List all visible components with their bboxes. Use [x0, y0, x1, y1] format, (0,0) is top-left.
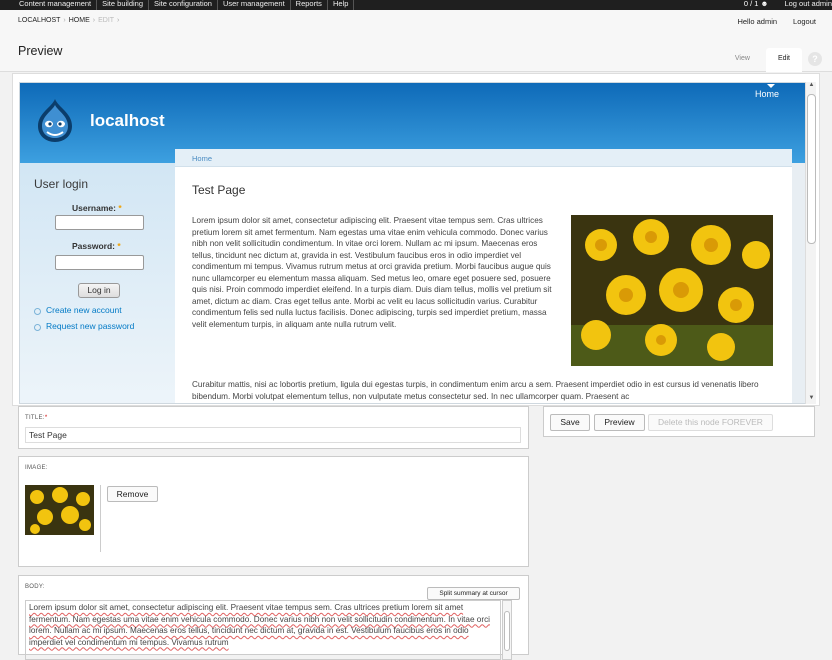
body-scrollbar-thumb[interactable]: [504, 611, 510, 651]
delete-button[interactable]: Delete this node FOREVER: [648, 414, 773, 431]
body-field: BODY: Split summary at cursor Lorem ipsu…: [18, 575, 529, 660]
body-textarea-text: Lorem ipsum dolor sit amet, consectetur …: [29, 603, 490, 647]
menu-help[interactable]: Help: [328, 0, 355, 10]
login-block-title: User login: [34, 177, 89, 191]
body-label: BODY:: [25, 584, 45, 590]
login-button[interactable]: Log in: [78, 283, 120, 298]
content-breadcrumb-home[interactable]: Home: [192, 154, 212, 163]
breadcrumb-separator: ›: [92, 17, 96, 24]
title-input[interactable]: Test Page: [25, 427, 521, 443]
password-label: Password: *: [72, 241, 121, 251]
admin-toolbar: Content management Site building Site co…: [0, 0, 832, 10]
preview-scrollbar[interactable]: ▲ ▼: [805, 82, 816, 404]
required-mark: *: [44, 415, 48, 421]
password-input[interactable]: [55, 255, 144, 270]
scrollbar-thumb[interactable]: [807, 94, 816, 244]
title-label-text: TITLE:: [25, 415, 45, 421]
menu-site-building[interactable]: Site building: [97, 0, 150, 10]
image-field: IMAGE: Remove: [18, 456, 529, 567]
user-links: Hello admin Logout: [737, 17, 816, 26]
breadcrumb-separator: ›: [117, 17, 120, 24]
breadcrumb: LOCALHOST › HOME › EDIT ›: [18, 17, 119, 24]
scroll-down-icon[interactable]: ▼: [806, 395, 817, 404]
content-breadcrumb: Home: [175, 149, 792, 167]
body-textarea[interactable]: Lorem ipsum dolor sit amet, consectetur …: [25, 600, 501, 660]
breadcrumb-home[interactable]: HOME: [69, 17, 90, 24]
form-actions: Save Preview Delete this node FOREVER: [543, 406, 815, 437]
username-label-text: Username:: [72, 203, 116, 213]
breadcrumb-edit: EDIT: [98, 17, 115, 24]
image-label: IMAGE:: [25, 465, 48, 471]
flower-image: [571, 215, 773, 366]
toolbar-right: 0 / 1 ☻ Log out admin: [744, 0, 832, 8]
required-mark: *: [118, 203, 122, 213]
hello-admin-link[interactable]: Hello admin: [737, 17, 777, 26]
shortcut-icon: ☻: [760, 0, 769, 8]
shortcut-count[interactable]: 0 / 1 ☻: [744, 0, 779, 8]
breadcrumb-localhost[interactable]: LOCALHOST: [18, 17, 60, 24]
body-scrollbar[interactable]: [502, 600, 512, 660]
request-password-link[interactable]: Request new password: [33, 321, 134, 331]
required-mark: *: [117, 241, 121, 251]
tab-edit[interactable]: Edit: [765, 48, 802, 72]
image-thumbnail: [25, 485, 94, 535]
page-header: LOCALHOST › HOME › EDIT › Hello admin Lo…: [0, 10, 832, 72]
menu-content-management[interactable]: Content management: [14, 0, 98, 10]
scroll-up-icon[interactable]: ▲: [806, 82, 817, 91]
username-label: Username: *: [72, 203, 122, 213]
drupal-logo-icon[interactable]: [32, 97, 78, 143]
node-body-paragraph: Lorem ipsum dolor sit amet, consectetur …: [192, 216, 552, 329]
username-input[interactable]: [55, 215, 144, 230]
menu-reports[interactable]: Reports: [291, 0, 328, 10]
preview-panel: localhost Home User login Username: * Pa…: [12, 73, 820, 406]
menu-user-management[interactable]: User management: [218, 0, 291, 10]
sidebar: User login Username: * Password: * Log i…: [20, 163, 175, 403]
admin-menu: Content management Site building Site co…: [14, 0, 355, 10]
node-body-paragraph-2: Curabitur mattis, nisi ac lobortis preti…: [192, 380, 759, 401]
page-title: Preview: [18, 44, 63, 58]
title-field: TITLE:* Test Page: [18, 406, 529, 449]
create-account-link[interactable]: Create new account: [34, 305, 122, 315]
help-icon[interactable]: ?: [808, 52, 822, 66]
main-content: Home Test Page Lorem ipsum dolor sit ame…: [175, 149, 792, 403]
save-button[interactable]: Save: [550, 414, 590, 431]
tab-view[interactable]: View: [723, 48, 762, 72]
preview-frame: localhost Home User login Username: * Pa…: [19, 82, 806, 404]
image-divider: [100, 485, 101, 552]
site-name[interactable]: localhost: [90, 111, 165, 131]
title-label: TITLE:*: [25, 415, 47, 421]
menu-site-configuration[interactable]: Site configuration: [149, 0, 218, 10]
remove-image-button[interactable]: Remove: [107, 486, 158, 502]
preview-button[interactable]: Preview: [594, 414, 645, 431]
shortcut-count-text: 0 / 1: [743, 0, 759, 8]
split-summary-button[interactable]: Split summary at cursor: [427, 587, 520, 600]
site-nav-home[interactable]: Home: [755, 84, 779, 99]
toolbar-logout-link[interactable]: Log out admin: [784, 0, 832, 8]
password-label-text: Password:: [72, 241, 115, 251]
node-title: Test Page: [192, 183, 246, 197]
logout-link[interactable]: Logout: [793, 17, 816, 26]
breadcrumb-separator: ›: [63, 17, 66, 24]
page-tabs: View Edit: [723, 48, 802, 72]
